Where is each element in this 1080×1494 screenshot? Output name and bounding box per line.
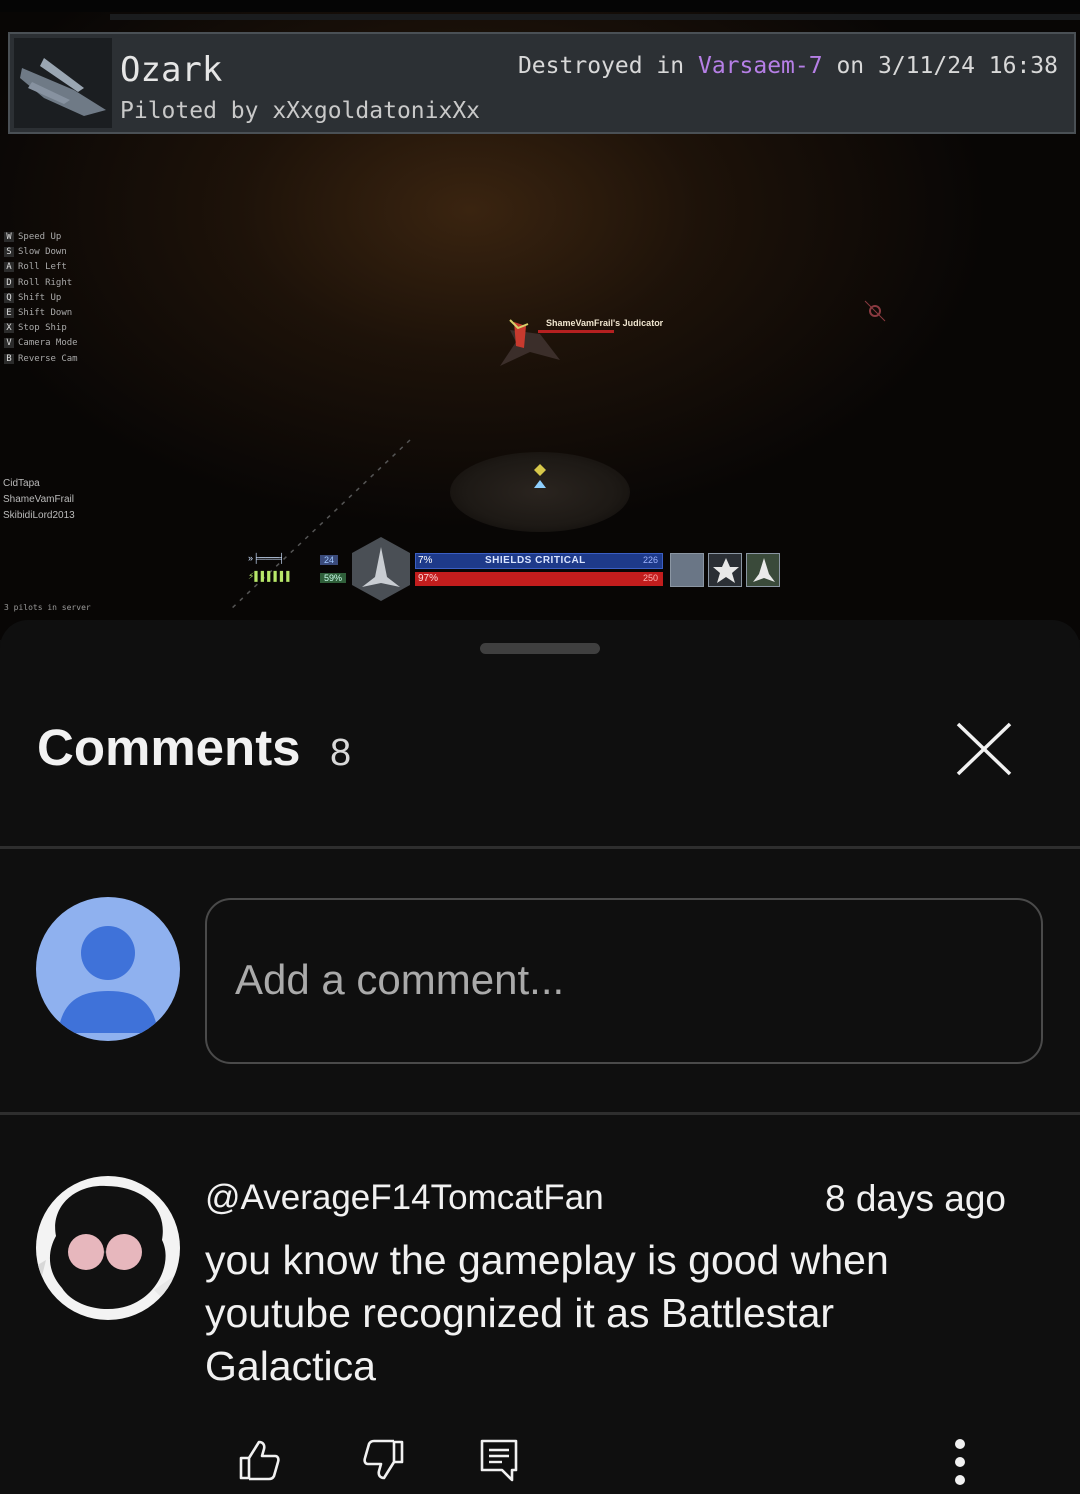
target-label: ShameVamFrail's Judicator (546, 318, 664, 328)
destroyed-location: Varsaem-7 (697, 53, 823, 79)
target-health-bar (538, 330, 614, 333)
keybind-row: X Stop Ship (4, 323, 78, 338)
waypoint-icon (864, 300, 886, 322)
keybind-row: W Speed Up (4, 232, 78, 247)
comments-sheet: Comments 8 @AverageF14TomcatFan (0, 620, 1080, 1489)
keybind-key: B (4, 353, 14, 364)
keybind-action: Slow Down (18, 247, 67, 258)
video-top-edge (0, 0, 1080, 12)
shield-percent: 7% (418, 555, 433, 566)
keybind-list: W Speed Up S Slow Down A Roll Left D Roll Ri… (4, 232, 78, 369)
player-name: ShameVamFrail (3, 494, 74, 505)
keybind-key: S (4, 247, 14, 258)
keybind-key: Q (4, 292, 14, 303)
pilot-line: Piloted by xXxgoldatonixXx (120, 98, 481, 124)
keybind-key: W (4, 232, 14, 242)
keybind-row: D Roll Right (4, 277, 78, 293)
comment-input[interactable] (235, 950, 1015, 1010)
keybind-row: V Camera Mode (4, 338, 78, 353)
pilots-in-server: 3 pilots in server (4, 603, 91, 612)
target-ship-icon (500, 319, 560, 366)
comment-input-box[interactable] (205, 898, 1043, 1064)
destroyed-suffix: on 3/11/24 16:38 (822, 53, 1058, 79)
shield-value: 226 (643, 555, 659, 565)
ship-thumbnail (14, 38, 112, 128)
keybind-key: V (4, 338, 14, 349)
keybind-action: Shift Up (18, 292, 62, 303)
ship-name: Ozark (120, 50, 223, 90)
comment-author[interactable]: @AverageF14TomcatFan (205, 1178, 604, 1218)
keybind-action: Camera Mode (18, 338, 78, 349)
hull-value: 250 (643, 573, 659, 583)
current-user-avatar (36, 897, 180, 1041)
close-button[interactable] (948, 716, 1020, 788)
like-button[interactable] (237, 1438, 281, 1482)
hull-percent: 97% (418, 573, 439, 584)
reply-button[interactable] (478, 1438, 522, 1482)
keybind-action: Reverse Cam (18, 353, 78, 364)
more-options-button[interactable] (940, 1438, 980, 1489)
player-marker-icon (534, 464, 546, 488)
close-icon (956, 722, 1012, 776)
divider (0, 1112, 1080, 1115)
speed-indicator: »╞═══╡ (248, 553, 285, 563)
keybind-action: Speed Up (18, 232, 62, 242)
ship-status-icon (352, 537, 410, 601)
keybind-action: Shift Down (18, 307, 73, 318)
keybind-action: Roll Right (18, 277, 73, 288)
hull-bar (415, 572, 663, 586)
comments-count: 8 (330, 732, 352, 774)
keybind-action: Roll Left (18, 262, 67, 273)
comment-time: 8 days ago (824, 1178, 1006, 1219)
weapon-slot-icon (670, 553, 704, 587)
speed-value: 24 (320, 555, 339, 565)
keybind-key: E (4, 307, 14, 318)
comment-text: you know the gameplay is good when youtu… (205, 1237, 889, 1389)
throttle-value: 59% (320, 573, 347, 583)
keybind-row: Q Shift Up (4, 292, 78, 308)
keybind-row: B Reverse Cam (4, 353, 78, 369)
divider (0, 846, 1080, 849)
video-player[interactable]: Ozark Piloted by xXxgoldatonixXx Destroy… (0, 0, 1080, 640)
commenter-avatar[interactable] (36, 1176, 180, 1320)
throttle-indicator: ⚡▌▌▌▌▌▌ (248, 571, 293, 581)
keybind-row: E Shift Down (4, 307, 78, 323)
keybind-key: D (4, 277, 14, 288)
drag-handle[interactable] (480, 643, 600, 654)
keybind-row: S Slow Down (4, 247, 78, 262)
dislike-button[interactable] (362, 1438, 406, 1482)
fighter-slot-icon (746, 553, 780, 587)
player-name: CidTapa (3, 478, 40, 489)
player-list: CidTapa ShameVamFrail SkibidiLord2013 (3, 476, 75, 524)
destroyed-line: Destroyed in Varsaem-7 on 3/11/24 16:38 (518, 53, 1058, 79)
keybind-key: A (4, 262, 14, 273)
thumbs-down-icon (363, 1439, 404, 1480)
comments-title: Comments (37, 719, 301, 776)
thumbs-up-icon (239, 1440, 280, 1481)
keybind-action: Stop Ship (18, 323, 67, 334)
shield-status: SHIELDS CRITICAL (485, 555, 586, 566)
kill-card: Ozark Piloted by xXxgoldatonixXx Destroy… (8, 32, 1076, 134)
keybind-row: A Roll Left (4, 262, 78, 277)
destroyed-prefix: Destroyed in (517, 53, 698, 79)
ship-hud: »╞═══╡ 24 ⚡▌▌▌▌▌▌ 59% 7% SHIELDS CRITICA… (240, 535, 785, 605)
keybind-key: X (4, 323, 14, 334)
video-top-stripe (110, 14, 1080, 20)
ability-slot-icon (708, 553, 742, 587)
reply-icon (480, 1439, 518, 1482)
more-vert-icon (955, 1439, 965, 1485)
player-name: SkibidiLord2013 (3, 510, 75, 521)
